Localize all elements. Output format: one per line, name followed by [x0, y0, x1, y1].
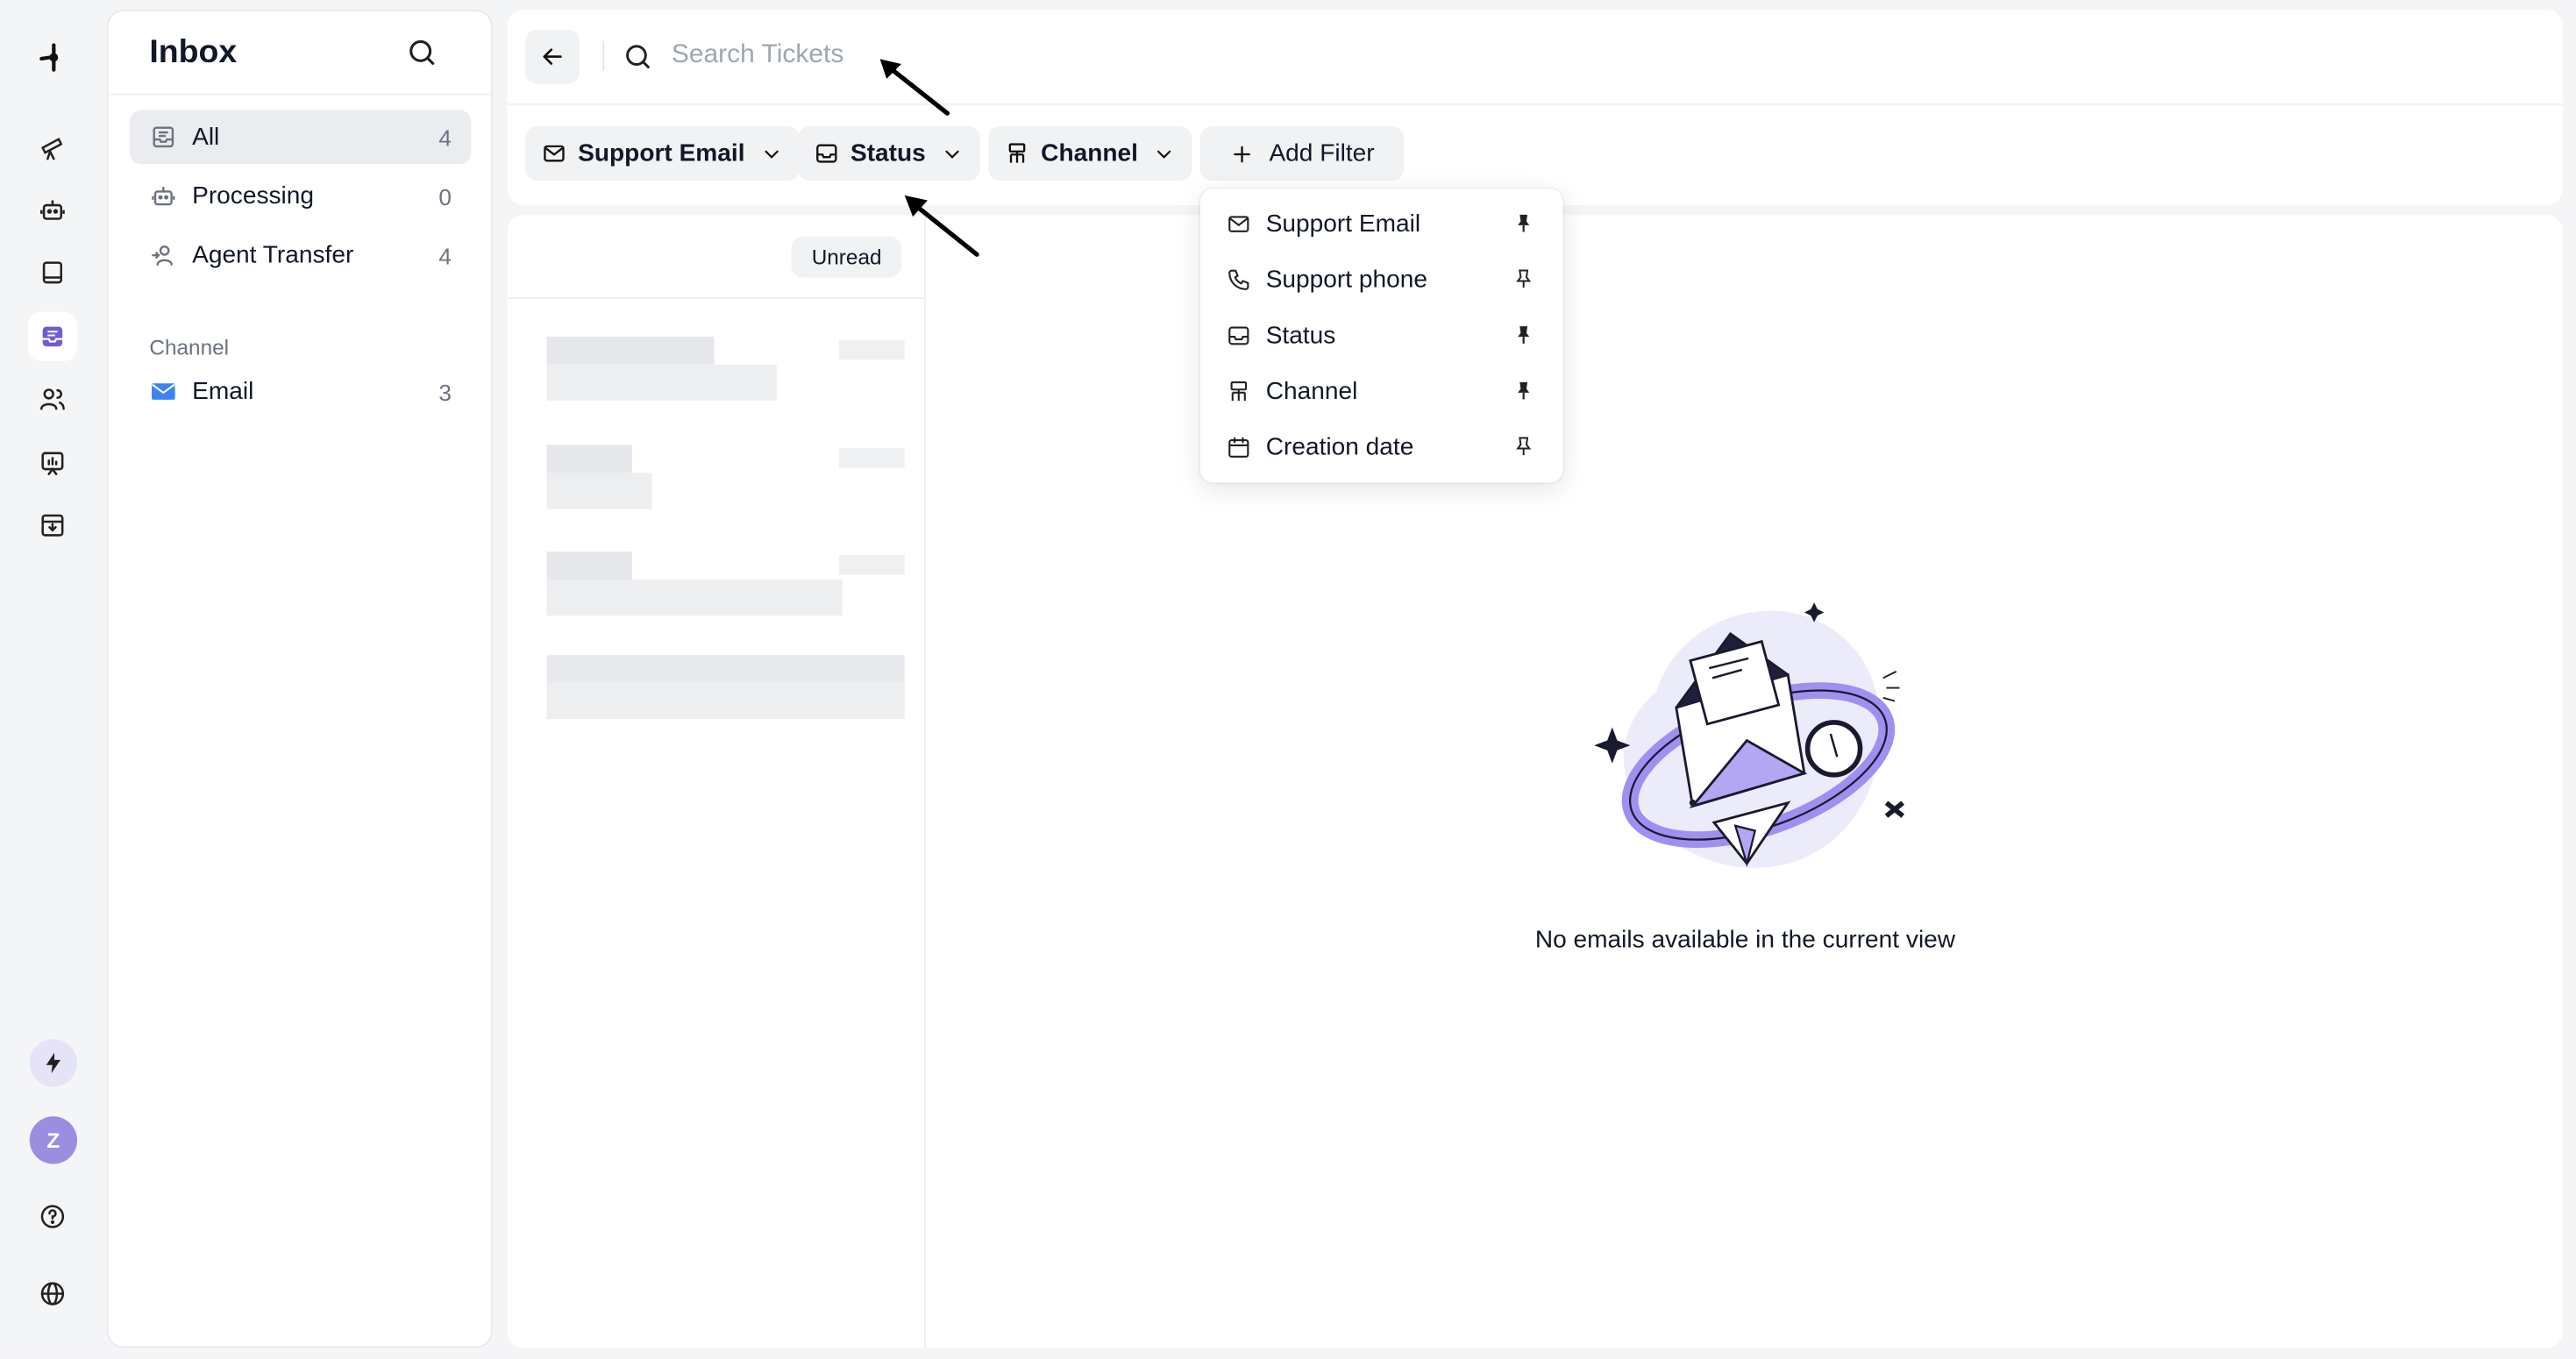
inbox-item-label: Agent Transfer — [192, 241, 354, 270]
empty-state-message: No emails available in the current view — [1534, 926, 1956, 954]
empty-inbox-illustration — [1594, 602, 1904, 868]
dropdown-item-creation-date[interactable]: Creation date — [1200, 418, 1563, 474]
filter-channel[interactable]: Channel — [988, 126, 1192, 181]
bolt-icon[interactable] — [29, 1039, 78, 1087]
channel-icon — [1227, 379, 1251, 403]
pin-filled-icon[interactable] — [1512, 324, 1535, 346]
plus-icon — [1230, 141, 1255, 166]
add-filter-label: Add Filter — [1269, 139, 1375, 167]
inbox-icon — [1227, 323, 1251, 347]
analytics-icon[interactable] — [28, 438, 77, 487]
book-icon[interactable] — [28, 248, 77, 297]
add-filter-dropdown: Support Email Support phone Status Chann… — [1199, 189, 1563, 483]
pin-filled-icon[interactable] — [1512, 380, 1535, 402]
calendar-icon — [1227, 434, 1251, 459]
telescope-icon[interactable] — [28, 123, 77, 172]
inbox-icon — [815, 141, 839, 166]
annotation-arrow-icon — [879, 59, 950, 116]
channel-section-label: Channel — [149, 334, 230, 360]
dropdown-item-channel[interactable]: Channel — [1200, 363, 1563, 419]
nav-rail: Z — [0, 0, 105, 1358]
channel-item-email[interactable]: Email 3 — [130, 365, 471, 419]
ticket-list-header: Unread — [507, 215, 925, 299]
inbox-item-count: 4 — [438, 242, 452, 269]
add-filter-button[interactable]: Add Filter — [1199, 126, 1405, 181]
unread-filter-button[interactable]: Unread — [792, 236, 902, 278]
inbox-item-label: All — [192, 123, 220, 152]
channel-icon — [1005, 141, 1029, 166]
app-root: Z Inbox All 4 Processing 0 Agent Transfe… — [0, 0, 2576, 1358]
filter-label: Channel — [1041, 139, 1138, 167]
phone-icon — [1227, 267, 1251, 291]
pin-filled-icon[interactable] — [1512, 212, 1535, 235]
toolbar-separator — [602, 40, 605, 71]
inbox-item-count: 0 — [438, 182, 452, 210]
dropdown-item-support-phone[interactable]: Support phone — [1200, 251, 1563, 307]
search-icon — [623, 41, 654, 73]
email-icon — [149, 378, 177, 406]
dropdown-item-label: Status — [1265, 321, 1336, 349]
filter-label: Status — [850, 139, 926, 167]
list-item[interactable] — [546, 336, 905, 419]
inbox-item-count: 4 — [438, 124, 452, 151]
avatar[interactable]: Z — [29, 1116, 78, 1164]
list-item[interactable] — [546, 655, 905, 737]
dropdown-item-support-email[interactable]: Support Email — [1200, 196, 1563, 252]
inbox-item-label: Processing — [192, 181, 315, 210]
bot-icon — [149, 182, 177, 210]
logo-icon[interactable] — [28, 32, 77, 82]
dropdown-item-label: Channel — [1265, 376, 1358, 405]
globe-icon[interactable] — [28, 1269, 77, 1318]
inbox-item-agent-transfer[interactable]: Agent Transfer 4 — [130, 228, 471, 282]
list-item[interactable] — [546, 445, 905, 527]
mail-icon — [542, 141, 566, 166]
filter-label: Support Email — [578, 139, 745, 167]
search-icon[interactable] — [406, 36, 438, 68]
inbox-item-all[interactable]: All 4 — [129, 110, 472, 165]
dropdown-item-status[interactable]: Status — [1200, 307, 1563, 363]
ticket-toolbar: Support Email Status Channel — [507, 10, 2563, 206]
ticket-list: Unread — [507, 215, 927, 1348]
users-icon[interactable] — [28, 374, 77, 423]
filter-support-email[interactable]: Support Email — [525, 126, 800, 181]
pin-outline-icon[interactable] — [1512, 435, 1535, 458]
search-tickets-input[interactable] — [671, 32, 1493, 79]
inbox-divider — [108, 93, 491, 96]
dropdown-item-label: Support Email — [1265, 209, 1421, 238]
toolbar-divider — [507, 103, 2563, 105]
dropdown-item-label: Support phone — [1265, 265, 1427, 294]
chevron-down-icon — [1153, 142, 1176, 165]
inbox-item-processing[interactable]: Processing 0 — [130, 169, 471, 224]
pin-outline-icon[interactable] — [1512, 267, 1535, 290]
channel-item-count: 3 — [438, 378, 452, 405]
annotation-arrow-icon — [904, 195, 979, 257]
back-button[interactable] — [525, 29, 580, 84]
archive-icon[interactable] — [28, 501, 77, 550]
bot-icon[interactable] — [28, 186, 77, 235]
inbox-panel: Inbox All 4 Processing 0 Agent Transfer … — [106, 10, 493, 1348]
help-icon[interactable] — [28, 1192, 77, 1241]
chevron-down-icon — [941, 142, 964, 165]
inbox-icon — [149, 123, 177, 151]
arrow-left-icon — [543, 48, 562, 65]
chevron-down-icon — [759, 142, 782, 165]
inbox-nav-icon[interactable] — [27, 311, 78, 361]
agent-transfer-icon — [149, 241, 177, 269]
mail-icon — [1227, 211, 1251, 236]
channel-item-label: Email — [192, 377, 254, 406]
list-item[interactable] — [546, 551, 905, 634]
inbox-title: Inbox — [149, 34, 238, 71]
filter-status[interactable]: Status — [798, 126, 980, 181]
dropdown-item-label: Creation date — [1265, 432, 1414, 461]
